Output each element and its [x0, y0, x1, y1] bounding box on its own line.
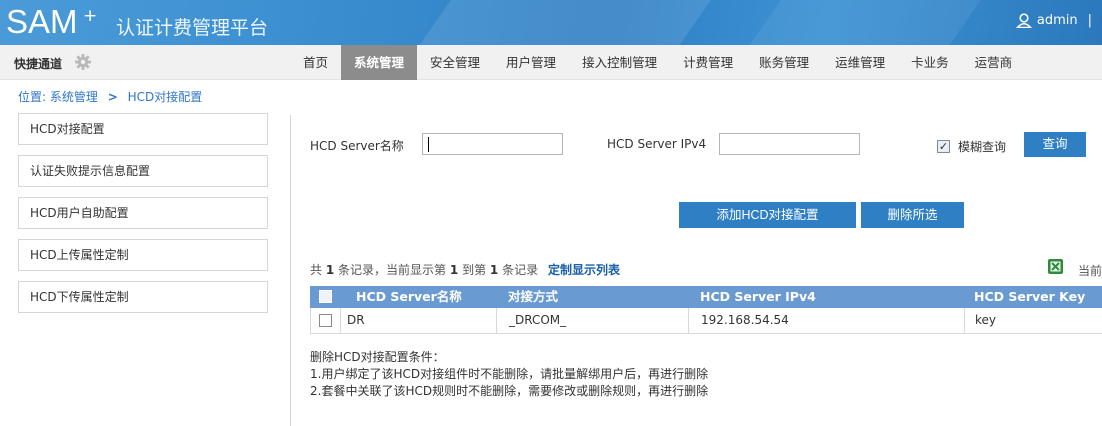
username: admin: [1036, 13, 1078, 28]
row-server-name: DR: [341, 308, 497, 333]
range-from: 1: [449, 263, 459, 277]
breadcrumb-page: HCD对接配置: [127, 90, 203, 104]
row-checkbox[interactable]: [319, 314, 332, 327]
record-summary: 共 1 条记录，当前显示第 1 到第 1 条记录 定制显示列表: [310, 261, 620, 278]
top-menu: 首页 系统管理 安全管理 用户管理 接入控制管理 计费管理 账务管理 运维管理 卡业务 运营商: [290, 45, 1025, 80]
server-ipv4-label: HCD Server IPv4: [607, 137, 707, 151]
main-navbar: 快捷通道 首页 系统管理 安全管理 用户管理 接入控制管理 计费管理 账务管理 运维管理 卡业务…: [0, 45, 1102, 80]
header-separator: |: [1087, 13, 1092, 28]
nav-menu-item[interactable]: 运营商: [962, 45, 1026, 80]
server-ipv4-input[interactable]: [719, 133, 860, 155]
column-header-key[interactable]: HCD Server Key: [974, 286, 1085, 308]
summary-text: 条记录，当前显示第: [338, 263, 447, 277]
platform-title: 认证计费管理平台: [116, 17, 269, 39]
breadcrumb: 位置: 系统管理 > HCD对接配置: [18, 88, 202, 105]
total-count: 1: [325, 263, 335, 277]
notes-line-1: 1.用户绑定了该HCD对接组件时不能删除，请批量解绑用户后，再进行删除: [310, 367, 709, 381]
quick-access-label: 快捷通道: [14, 57, 63, 71]
server-name-input[interactable]: [422, 133, 563, 155]
select-all-checkbox[interactable]: [319, 290, 332, 303]
header-decoration: [710, 0, 1010, 45]
row-key: key: [975, 313, 997, 327]
user-menu[interactable]: admin |: [1015, 13, 1092, 28]
sidebar: HCD对接配置 认证失败提示信息配置 HCD用户自助配置 HCD上传属性定制 H…: [18, 113, 268, 323]
column-header-name[interactable]: HCD Server名称: [356, 286, 462, 308]
nav-menu-item[interactable]: 计费管理: [670, 45, 746, 80]
notes-title: 删除HCD对接配置条件：: [310, 350, 445, 364]
delete-conditions: 删除HCD对接配置条件： 1.用户绑定了该HCD对接组件时不能删除，请批量解绑用…: [310, 349, 708, 400]
server-name-label: HCD Server名称: [310, 139, 404, 153]
summary-text: 共: [310, 263, 323, 277]
sidebar-item-hcd-self-service[interactable]: HCD用户自助配置: [18, 197, 268, 229]
brand-logo: SAM: [6, 3, 78, 40]
column-header-ipv4[interactable]: HCD Server IPv4: [700, 286, 816, 308]
notes-line-2: 2.套餐中关联了该HCD规则时不能删除，需要修改或删除规则，再进行删除: [310, 384, 709, 398]
content-divider: [290, 115, 291, 426]
user-icon: [1015, 13, 1032, 28]
nav-menu-item[interactable]: 接入控制管理: [569, 45, 670, 80]
sidebar-item-auth-fail-message[interactable]: 认证失败提示信息配置: [18, 155, 268, 187]
sidebar-item-download-attributes[interactable]: HCD下传属性定制: [18, 281, 268, 313]
brand-plus-mark: +: [83, 6, 98, 26]
table-header: HCD Server名称 对接方式 HCD Server IPv4 HCD Se…: [310, 286, 1102, 308]
top-header: SAM + 认证计费管理平台 admin |: [0, 0, 1102, 45]
add-hcd-config-button[interactable]: 添加HCD对接配置: [679, 202, 856, 228]
page-info: 当前: [1078, 264, 1102, 278]
breadcrumb-arrow-icon: >: [107, 90, 118, 104]
sidebar-item-hcd-config[interactable]: HCD对接配置: [18, 113, 268, 145]
nav-menu-item[interactable]: 安全管理: [417, 45, 493, 80]
nav-menu-item[interactable]: 卡业务: [898, 45, 962, 80]
table-row[interactable]: DR _DRCOM_ 192.168.54.54 key: [310, 308, 1102, 334]
nav-menu-item[interactable]: 用户管理: [493, 45, 569, 80]
excel-export-icon[interactable]: [1047, 258, 1064, 275]
gear-icon[interactable]: [74, 53, 92, 71]
nav-menu-item[interactable]: 首页: [290, 45, 341, 80]
customize-columns-link[interactable]: 定制显示列表: [548, 263, 620, 277]
range-to: 1: [489, 263, 499, 277]
row-ipv4: 192.168.54.54: [689, 308, 965, 333]
row-mode: _DRCOM_: [497, 308, 689, 333]
breadcrumb-prefix: 位置:: [18, 90, 47, 104]
nav-menu-item[interactable]: 系统管理: [341, 45, 418, 80]
breadcrumb-section[interactable]: 系统管理: [50, 90, 98, 104]
text-cursor: [428, 137, 429, 152]
nav-menu-item[interactable]: 运维管理: [822, 45, 898, 80]
hcd-config-table: HCD Server名称 对接方式 HCD Server IPv4 HCD Se…: [310, 286, 1102, 334]
fuzzy-search-label: 模糊查询: [958, 140, 1007, 154]
summary-text: 条记录: [502, 263, 539, 277]
summary-text: 到第: [462, 263, 487, 277]
delete-selected-button[interactable]: 删除所选: [861, 202, 964, 228]
column-header-mode[interactable]: 对接方式: [508, 286, 558, 308]
header-decoration: [380, 0, 740, 45]
fuzzy-search-checkbox[interactable]: ✓: [937, 140, 950, 153]
query-button[interactable]: 查询: [1024, 132, 1086, 157]
nav-menu-item[interactable]: 账务管理: [746, 45, 822, 80]
row-select-cell: [311, 308, 341, 333]
sidebar-item-upload-attributes[interactable]: HCD上传属性定制: [18, 239, 268, 271]
